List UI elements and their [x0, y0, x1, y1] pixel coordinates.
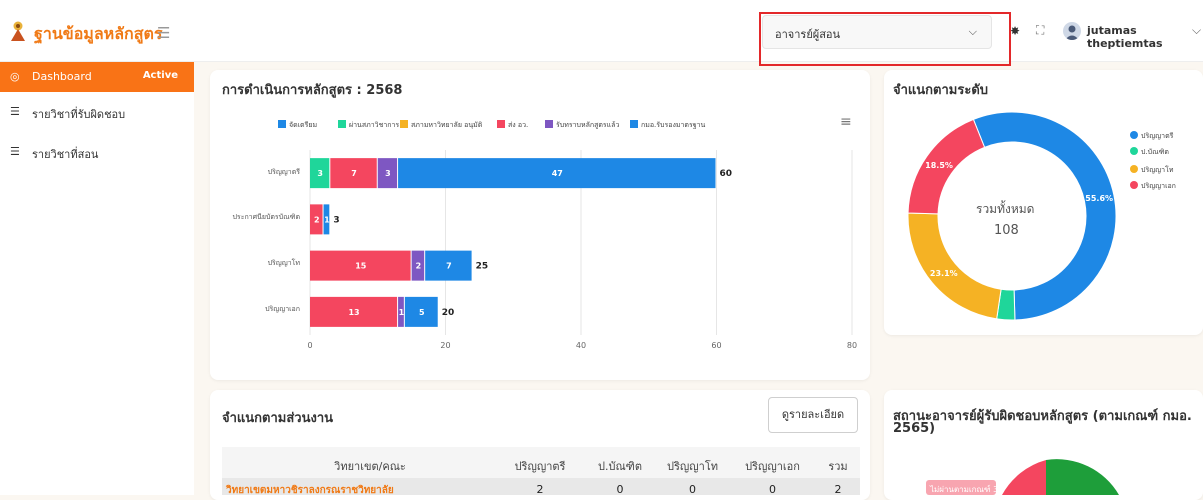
column-header: รวม: [828, 460, 848, 473]
column-header: ป.บัณฑิต: [598, 460, 642, 473]
table-cell: 0: [616, 483, 624, 496]
legend-item[interactable]: ป.บัณฑิต: [1130, 147, 1169, 158]
unit-title: จำแนกตามส่วนงาน: [222, 411, 334, 426]
pie-data-label: 55.6%: [1085, 194, 1113, 203]
legend-item[interactable]: ปริญญาเอก: [1130, 181, 1176, 192]
donut-center-value: 108: [994, 223, 1019, 238]
status-title-cont: 2565): [893, 421, 936, 436]
column-header: ปริญญาตรี: [514, 460, 566, 473]
status-slice-fail: [1002, 460, 1046, 495]
table-cell: 2: [536, 483, 544, 496]
status-partial-label: ไม่ผ่านตามเกณฑ์ 31: [930, 485, 1004, 494]
unit-link[interactable]: วิทยาเขตมหาวชิราลงกรณราชวิทยาลัย: [226, 483, 394, 498]
column-header: ปริญญาเอก: [745, 460, 800, 473]
table-cell: 2: [834, 483, 842, 496]
table-cell: 0: [689, 483, 696, 496]
pie-data-label: 23.1%: [930, 269, 958, 278]
table-cell: 0: [769, 483, 776, 496]
status-title: สถานะอาจารย์ผู้รับผิดชอบหลักสูตร (ตามเกณ…: [893, 409, 1192, 424]
legend-item[interactable]: ปริญญาโท: [1130, 165, 1173, 176]
pie-slice: [907, 212, 1002, 320]
column-header: ปริญญาโท: [667, 460, 718, 473]
status-slice-pass: [1046, 459, 1119, 495]
legend-item[interactable]: ปริญญาตรี: [1130, 131, 1173, 142]
donut-center-label: รวมทั้งหมด: [976, 202, 1035, 216]
column-header: วิทยาเขต/คณะ: [334, 460, 406, 473]
pie-data-label: 18.5%: [925, 161, 953, 170]
detail-button[interactable]: ดูรายละเอียด: [768, 397, 858, 433]
